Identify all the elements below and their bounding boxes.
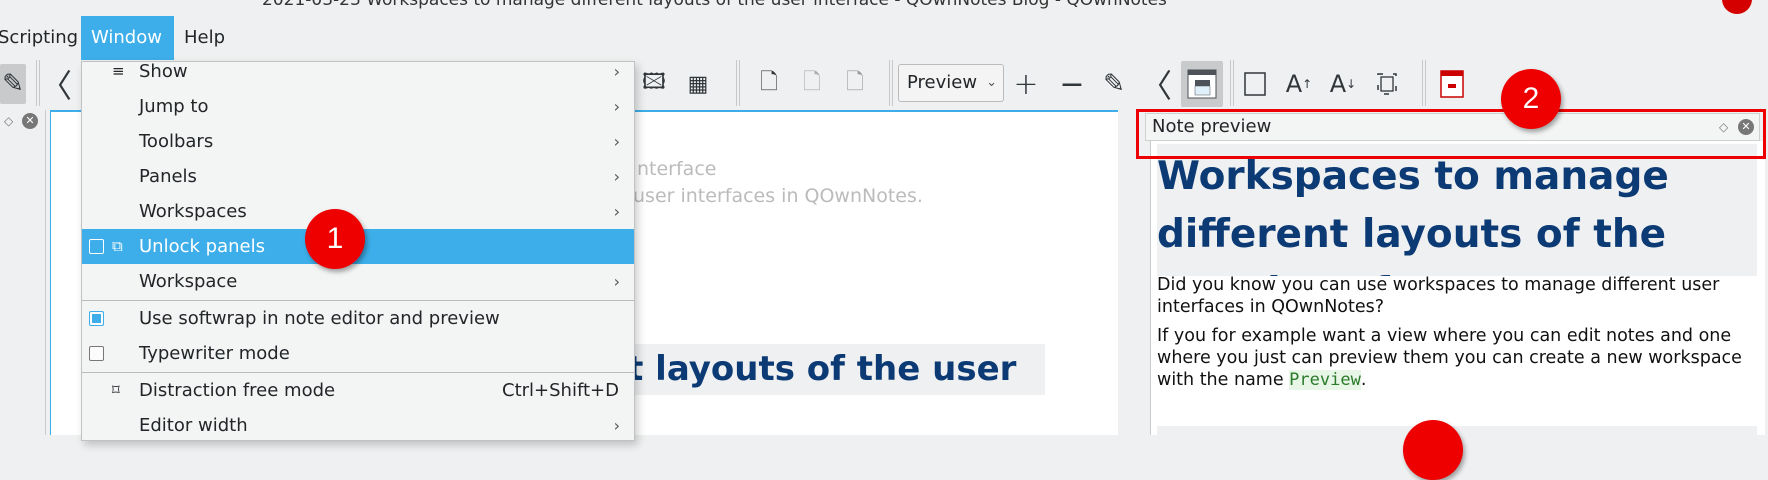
preview-paragraph: Did you know you can use workspaces to m… <box>1157 275 1720 317</box>
chevron-right-icon: › <box>613 202 620 221</box>
increase-font-icon[interactable]: A ↑ <box>1284 64 1314 104</box>
menu-item-label: Editor width <box>139 415 248 436</box>
menu-item-editor-width[interactable]: Editor width › <box>82 408 634 443</box>
menu-item-show[interactable]: ≡ Show › <box>82 54 634 89</box>
menu-item-label: Panels <box>139 166 197 187</box>
edit-icon[interactable]: ✎ <box>1100 64 1128 104</box>
toolbar-separator <box>1230 60 1234 106</box>
decrease-font-icon[interactable]: A ↓ <box>1328 64 1358 104</box>
menu-item-typewriter-mode[interactable]: Typewriter mode <box>82 336 634 371</box>
preview-heading-text: Workspaces to manage different layouts o… <box>1157 154 1669 276</box>
back-icon[interactable]: 〈 <box>40 64 72 105</box>
view-mode-select[interactable]: Preview ⌄ <box>898 64 1004 102</box>
preview-text: . <box>1360 370 1367 390</box>
editor-line: nterface <box>637 158 717 180</box>
chevron-right-icon: › <box>613 132 620 151</box>
menu-item-toolbars[interactable]: Toolbars › <box>82 124 634 159</box>
distraction-free-icon: ⌑ <box>112 381 120 399</box>
preview-heading: Workspaces to manage different layouts o… <box>1157 144 1757 276</box>
checkbox[interactable] <box>89 239 104 254</box>
preview-paragraph: If you for example want a view where you… <box>1157 325 1762 391</box>
menu-item-workspace[interactable]: Workspace › <box>82 264 634 299</box>
menu-item-label: Use softwrap in note editor and preview <box>139 308 500 329</box>
zoom-in-icon[interactable]: + <box>1012 64 1040 104</box>
chevron-right-icon: › <box>613 62 620 81</box>
preview-text: If you for example want a view where you… <box>1157 326 1742 390</box>
float-panel-icon[interactable]: ◇ <box>4 114 13 128</box>
menu-item-softwrap[interactable]: Use softwrap in note editor and preview <box>82 301 634 336</box>
window-close-button[interactable] <box>1722 0 1752 14</box>
menu-item-distraction-free[interactable]: ⌑ Distraction free mode Ctrl+Shift+D <box>82 373 634 408</box>
checkbox-checked[interactable] <box>89 311 104 326</box>
stop-icon[interactable] <box>1437 64 1467 104</box>
menu-item-label: Toolbars <box>139 131 214 152</box>
decrypt-note-icon[interactable]: 🗋 <box>841 64 869 104</box>
chevron-down-icon: ⌄ <box>986 75 997 90</box>
menu-item-label: Show <box>139 61 188 82</box>
menu-item-label: Workspace <box>139 271 238 292</box>
checkbox[interactable] <box>89 346 104 361</box>
editor-line: user interfaces in QOwnNotes. <box>633 185 923 207</box>
annotation-badge <box>1403 420 1463 480</box>
distraction-free-icon[interactable] <box>1240 64 1270 104</box>
pencil-icon[interactable]: ✎ <box>0 64 26 104</box>
insert-image-icon[interactable]: 🖾 <box>640 64 668 104</box>
chevron-right-icon: › <box>613 97 620 116</box>
menu-scripting[interactable]: Scripting <box>0 16 88 60</box>
encrypt-note-icon[interactable]: 🗋 <box>798 64 826 104</box>
fit-width-icon[interactable] <box>1372 64 1402 104</box>
annotation-highlight-box <box>1136 109 1766 159</box>
menu-item-jump-to[interactable]: Jump to › <box>82 89 634 124</box>
menu-item-panels[interactable]: Panels › <box>82 159 634 194</box>
chevron-right-icon: › <box>613 416 620 435</box>
panels-icon: ⧉ <box>112 237 123 255</box>
list-icon: ≡ <box>112 62 125 80</box>
zoom-out-icon[interactable]: − <box>1058 64 1086 104</box>
menu-item-label: Jump to <box>139 96 209 117</box>
menu-item-label: Workspaces <box>139 201 247 222</box>
chevron-right-icon: › <box>613 272 620 291</box>
back-icon[interactable]: 〈 <box>1140 64 1172 105</box>
menu-item-label: Typewriter mode <box>139 343 290 364</box>
toolbar-separator <box>1422 60 1426 106</box>
inline-code: Preview <box>1289 370 1361 390</box>
menu-item-label: Unlock panels <box>139 236 265 257</box>
menu-item-label: Distraction free mode <box>139 380 336 401</box>
preview-panel-icon[interactable] <box>1181 61 1223 107</box>
shortcut-label: Ctrl+Shift+D <box>502 380 619 401</box>
annotation-badge: 1 <box>305 209 365 269</box>
chevron-right-icon: › <box>613 167 620 186</box>
toolbar-separator <box>889 60 893 106</box>
window-title: 2021-03-23 Workspaces to manage differen… <box>262 0 1167 10</box>
toolbar-separator <box>736 60 740 106</box>
close-panel-icon[interactable]: ✕ <box>22 113 38 129</box>
lock-note-icon[interactable]: 🗋 <box>755 64 783 104</box>
annotation-badge: 2 <box>1501 69 1561 129</box>
view-mode-value: Preview <box>907 72 978 93</box>
insert-date-icon[interactable]: ▦ <box>684 64 712 104</box>
left-panel: ◇ ✕ <box>0 110 46 435</box>
